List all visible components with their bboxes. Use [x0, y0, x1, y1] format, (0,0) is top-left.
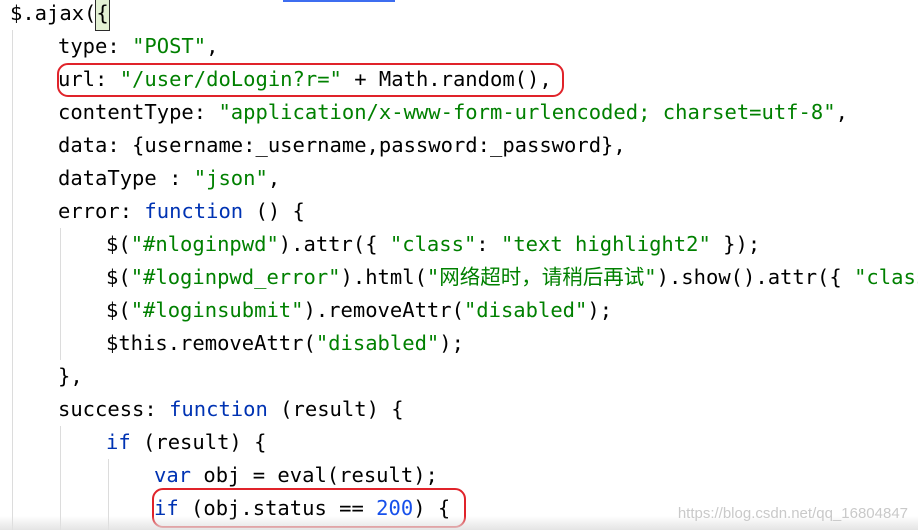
code-text: data: {username:_username,password:_pass…: [58, 133, 626, 157]
code-text: success:: [58, 397, 170, 421]
code-text: $(: [106, 265, 131, 289]
code-text: () {: [243, 199, 305, 223]
url-highlight-box: [57, 63, 564, 97]
string-literal: "class: [854, 265, 918, 289]
code-text: },: [58, 364, 83, 388]
string-literal: "#loginpwd_error": [130, 265, 341, 289]
code-text: ).show().attr({: [656, 265, 855, 289]
code-text: ).html(: [340, 265, 427, 289]
code-line-13[interactable]: success: function (result) {: [58, 393, 404, 426]
string-literal: "json": [193, 166, 268, 190]
code-editor[interactable]: $.ajax({ type: "POST", url: "/user/doLog…: [0, 0, 918, 530]
keyword: if: [106, 430, 131, 454]
string-literal: "application/x-www-form-urlencoded; char…: [218, 100, 836, 124]
code-text: });: [710, 232, 761, 256]
code-line-1[interactable]: $.ajax({: [10, 0, 110, 31]
code-text: type:: [58, 34, 133, 58]
code-text: );: [439, 331, 464, 355]
string-literal: "网络超时，请稍后再试": [426, 265, 657, 289]
code-text: ,: [206, 34, 219, 58]
code-line-8[interactable]: $("#nloginpwd").attr({ "class": "text hi…: [106, 228, 760, 261]
string-literal: "#loginsubmit": [130, 298, 304, 322]
code-line-4[interactable]: contentType: "application/x-www-form-url…: [58, 96, 848, 129]
code-text: error:: [58, 199, 145, 223]
indent-guide: [60, 228, 61, 360]
code-text: $this.removeAttr(: [106, 331, 316, 355]
code-line-9[interactable]: $("#loginpwd_error").html("网络超时，请稍后再试").…: [106, 261, 918, 294]
code-line-2[interactable]: type: "POST",: [58, 30, 218, 63]
indent-guide: [60, 426, 61, 530]
editor-tab-indicator: [283, 0, 395, 2]
string-literal: "text highlight2": [500, 232, 711, 256]
string-literal: "#nloginpwd": [130, 232, 279, 256]
indent-guide: [12, 30, 13, 530]
code-line-7[interactable]: error: function () {: [58, 195, 305, 228]
string-literal: "class": [389, 232, 477, 256]
code-text: dataType :: [58, 166, 194, 190]
string-literal: "disabled": [315, 331, 440, 355]
keyword: function: [169, 397, 268, 421]
code-text: $(: [106, 232, 131, 256]
code-text: ,: [267, 166, 281, 190]
string-literal: "disabled": [463, 298, 588, 322]
watermark: https://blog.csdn.net/qq_16804847: [677, 505, 908, 522]
code-line-10[interactable]: $("#loginsubmit").removeAttr("disabled")…: [106, 294, 612, 327]
code-line-6[interactable]: dataType : "json",: [58, 162, 280, 195]
code-line-14[interactable]: if (result) {: [106, 426, 266, 459]
code-text: contentType:: [58, 100, 219, 124]
code-text: :: [476, 232, 501, 256]
code-text: ).removeAttr(: [303, 298, 464, 322]
code-line-5[interactable]: data: {username:_username,password:_pass…: [58, 129, 626, 162]
matched-brace: {: [95, 0, 110, 31]
keyword: var: [154, 463, 192, 487]
string-literal: "POST": [132, 34, 207, 58]
code-text: );: [587, 298, 613, 322]
code-text: (result) {: [130, 430, 267, 454]
code-text: obj = eval(result);: [191, 463, 438, 487]
code-text: $(: [106, 298, 131, 322]
code-text: (result) {: [267, 397, 404, 421]
keyword: function: [144, 199, 244, 223]
code-text: ).attr({: [278, 232, 390, 256]
code-line-11[interactable]: $this.removeAttr("disabled");: [106, 327, 464, 360]
code-text: $.ajax(: [10, 1, 97, 25]
code-text: ,: [835, 100, 848, 124]
code-line-12[interactable]: },: [58, 360, 83, 393]
